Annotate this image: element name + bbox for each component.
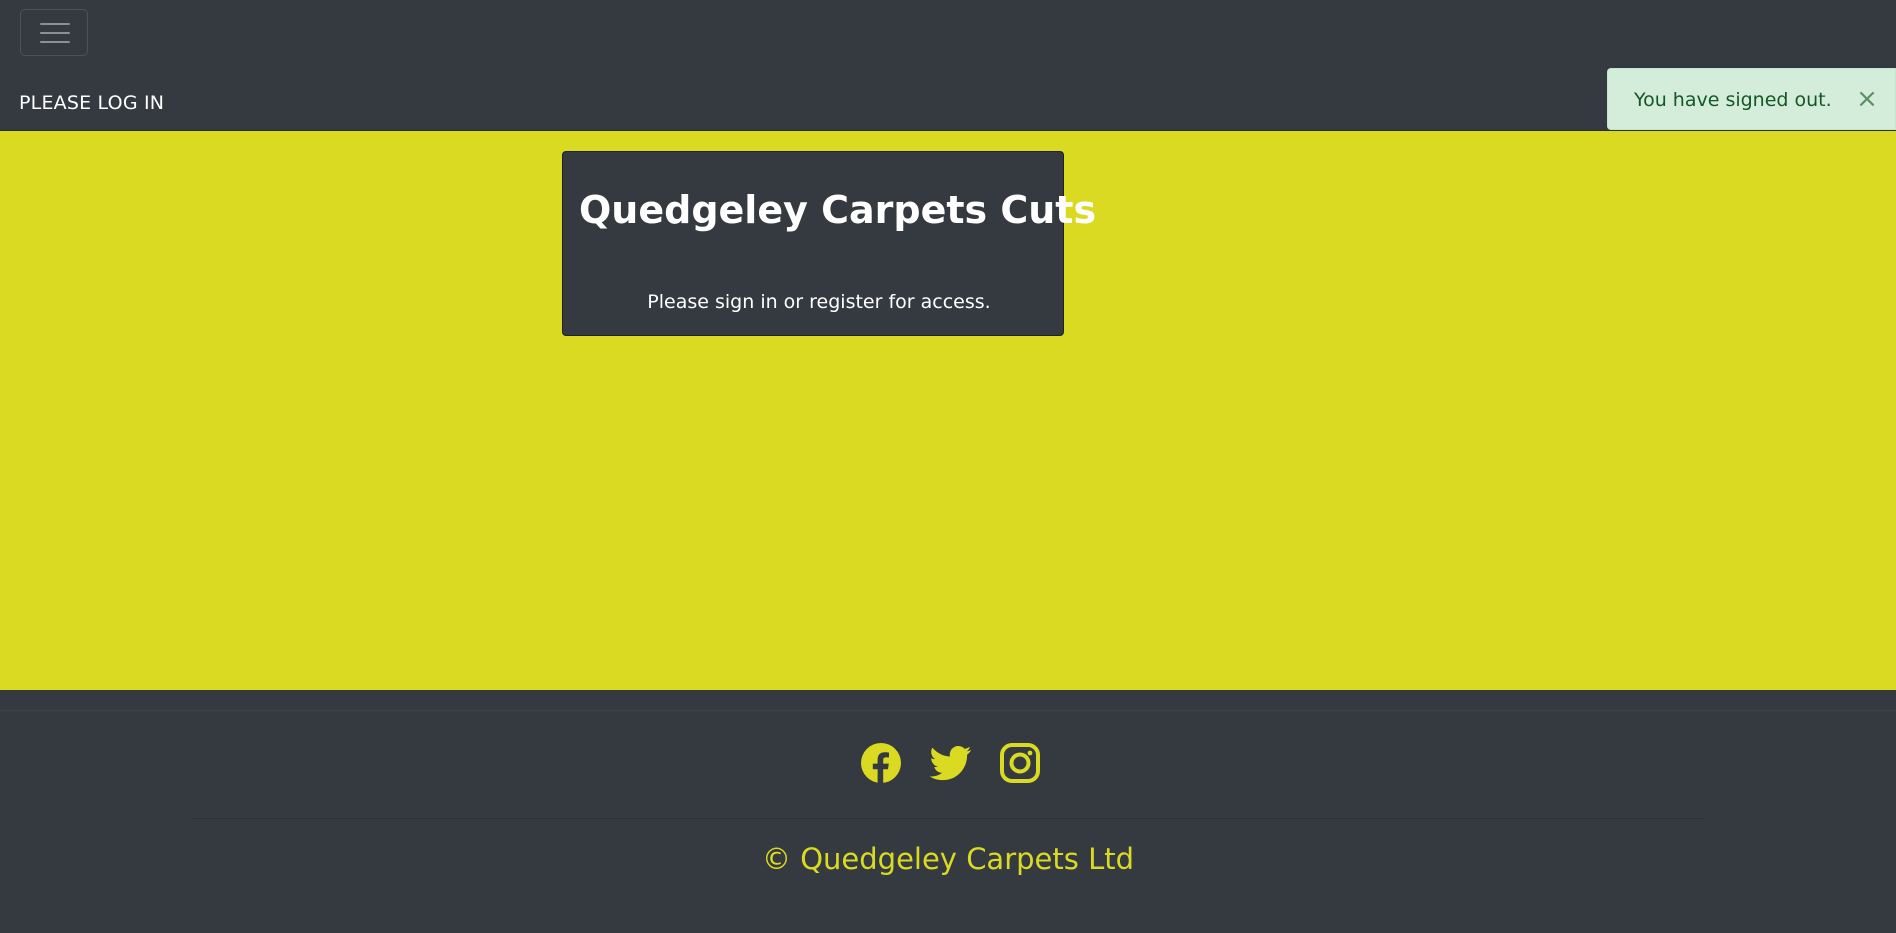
page-title: Quedgeley Carpets Cuts [579, 188, 1097, 232]
facebook-icon[interactable] [860, 742, 902, 784]
twitter-icon[interactable] [930, 742, 972, 784]
footer-top-divider [0, 710, 1896, 711]
copyright-text: © Quedgeley Carpets Ltd [761, 842, 1135, 876]
footer-divider [192, 818, 1704, 819]
alert-message: You have signed out. [1634, 89, 1832, 111]
main-content: Quedgeley Carpets Cuts Please sign in or… [0, 131, 1896, 690]
instagram-icon[interactable] [999, 742, 1041, 784]
close-icon[interactable]: × [1852, 82, 1882, 116]
signed-out-alert: You have signed out. × [1607, 68, 1896, 130]
hamburger-menu-icon [40, 23, 70, 25]
footer: © Quedgeley Carpets Ltd [0, 690, 1896, 933]
navbar-toggler-button[interactable] [20, 9, 88, 56]
access-message: Please sign in or register for access. [647, 291, 991, 313]
please-log-in-link[interactable]: PLEASE LOG IN [19, 92, 164, 114]
welcome-card: Quedgeley Carpets Cuts Please sign in or… [562, 151, 1097, 336]
